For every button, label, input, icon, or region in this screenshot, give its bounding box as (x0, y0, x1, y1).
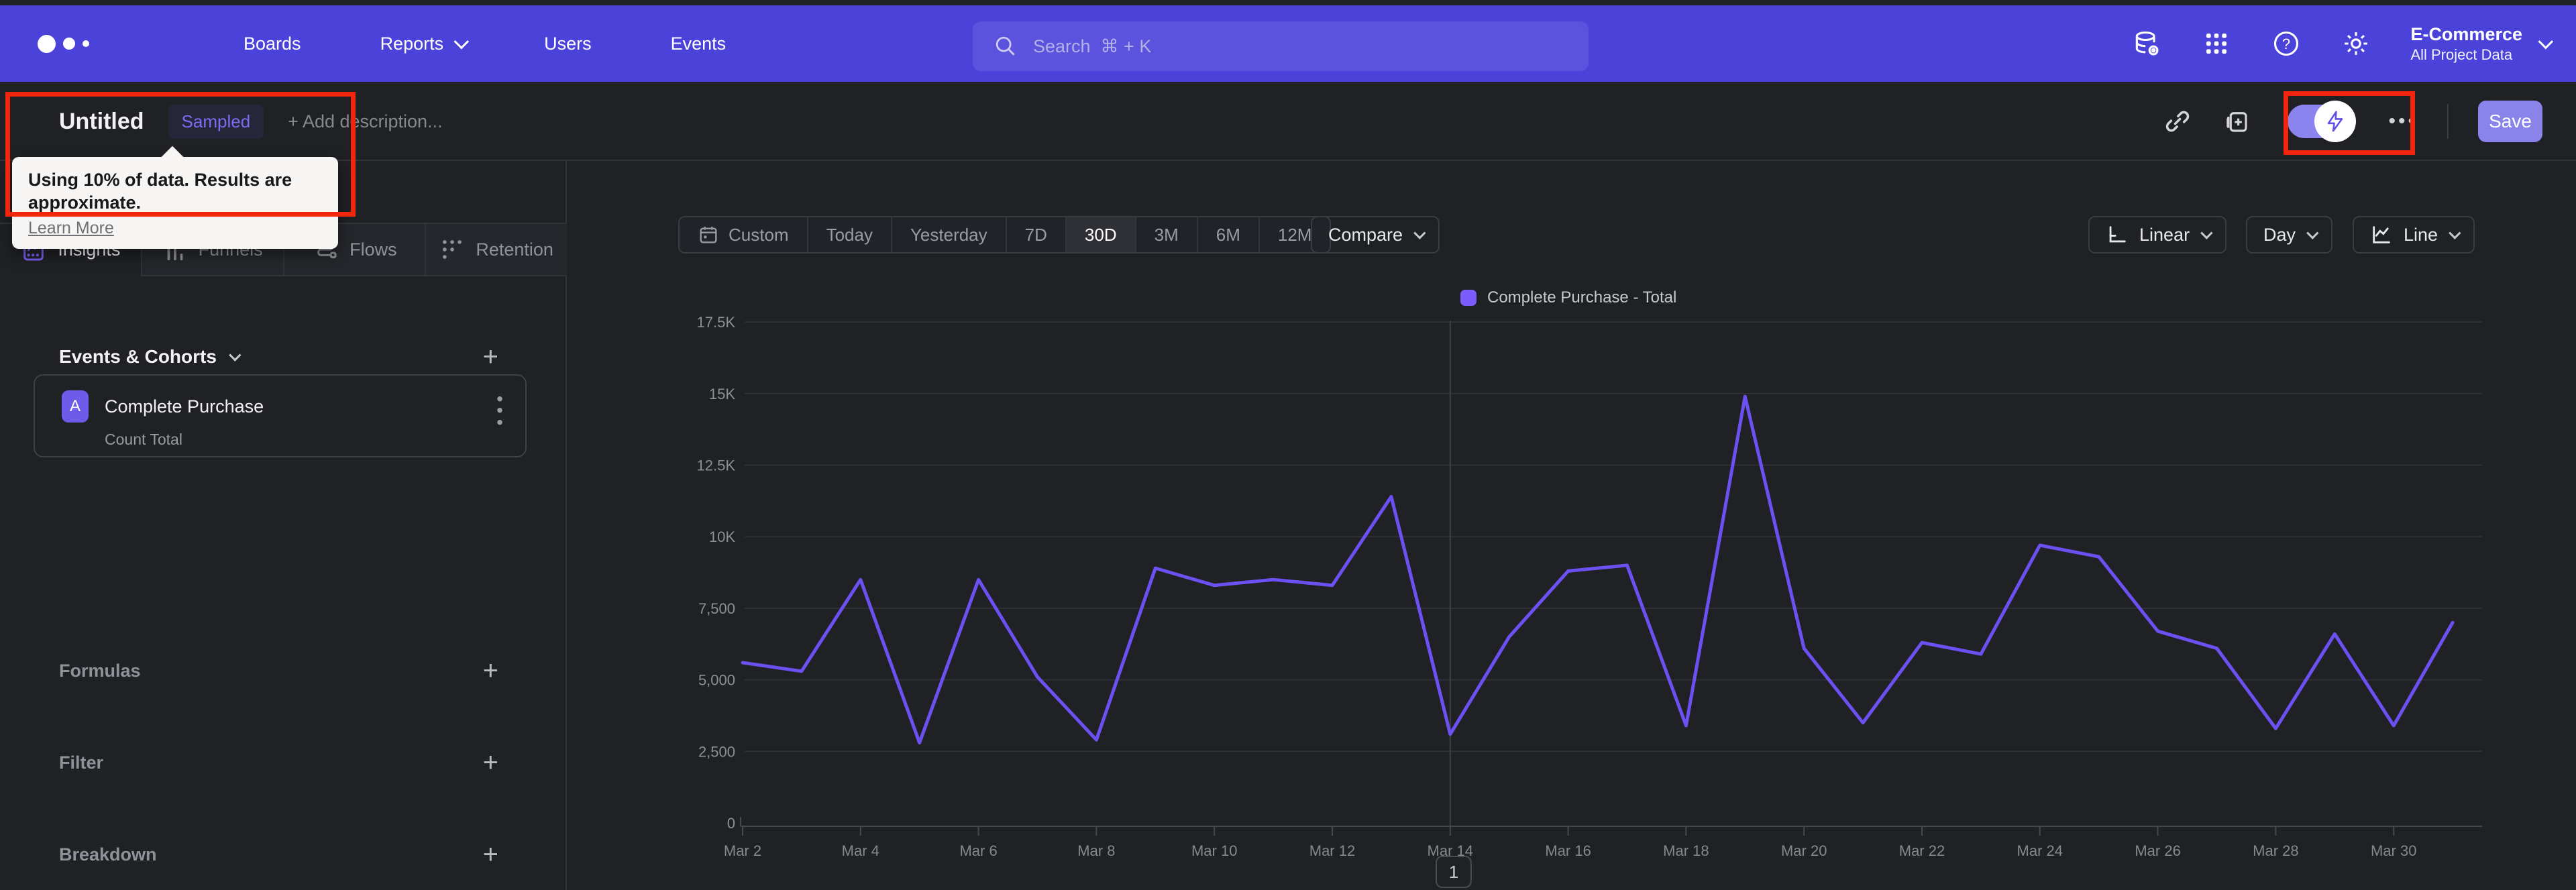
x-axis-label: Mar 28 (2253, 842, 2298, 859)
line-chart[interactable]: 0 2,500 5,000 7,500 10K 12.5K 15K 17.5K Mar 2 Mar… (0, 0, 2576, 890)
x-axis-label: Mar 6 (959, 842, 997, 859)
y-axis-label: 15K (709, 386, 735, 402)
y-axis-label: 17.5K (697, 314, 736, 331)
x-axis-label: Mar 16 (1545, 842, 1591, 859)
y-axis-label: 5,000 (698, 672, 735, 689)
y-axis-label: 7,500 (698, 600, 735, 617)
sampling-tooltip: Using 10% of data. Results are approxima… (12, 146, 338, 249)
x-axis-label: Mar 10 (1191, 842, 1237, 859)
pagination-page-button[interactable]: 1 (1436, 856, 1472, 888)
y-axis-label: 12.5K (697, 457, 736, 474)
x-axis-label: Mar 26 (2135, 842, 2180, 859)
x-axis-label: Mar 18 (1663, 842, 1709, 859)
x-axis-label: Mar 8 (1077, 842, 1115, 859)
x-axis-label: Mar 22 (1899, 842, 1945, 859)
y-axis-label: 10K (709, 529, 735, 545)
series-line (741, 394, 2455, 744)
x-axis-label: Mar 30 (2371, 842, 2416, 859)
x-axis-label: Mar 12 (1309, 842, 1355, 859)
x-axis-label: Mar 4 (842, 842, 879, 859)
y-axis-label: 0 (727, 815, 735, 832)
mixpanel-insights-app: Boards Reports Users Events Search ⌘ + K… (0, 0, 2576, 890)
tooltip-text: Using 10% of data. Results are approxima… (28, 170, 292, 213)
y-axis-label: 2,500 (698, 743, 735, 760)
x-axis-label: Mar 2 (724, 842, 761, 859)
learn-more-link[interactable]: Learn More (28, 219, 114, 238)
x-axis-label: Mar 24 (2017, 842, 2063, 859)
x-axis-label: Mar 20 (1781, 842, 1827, 859)
